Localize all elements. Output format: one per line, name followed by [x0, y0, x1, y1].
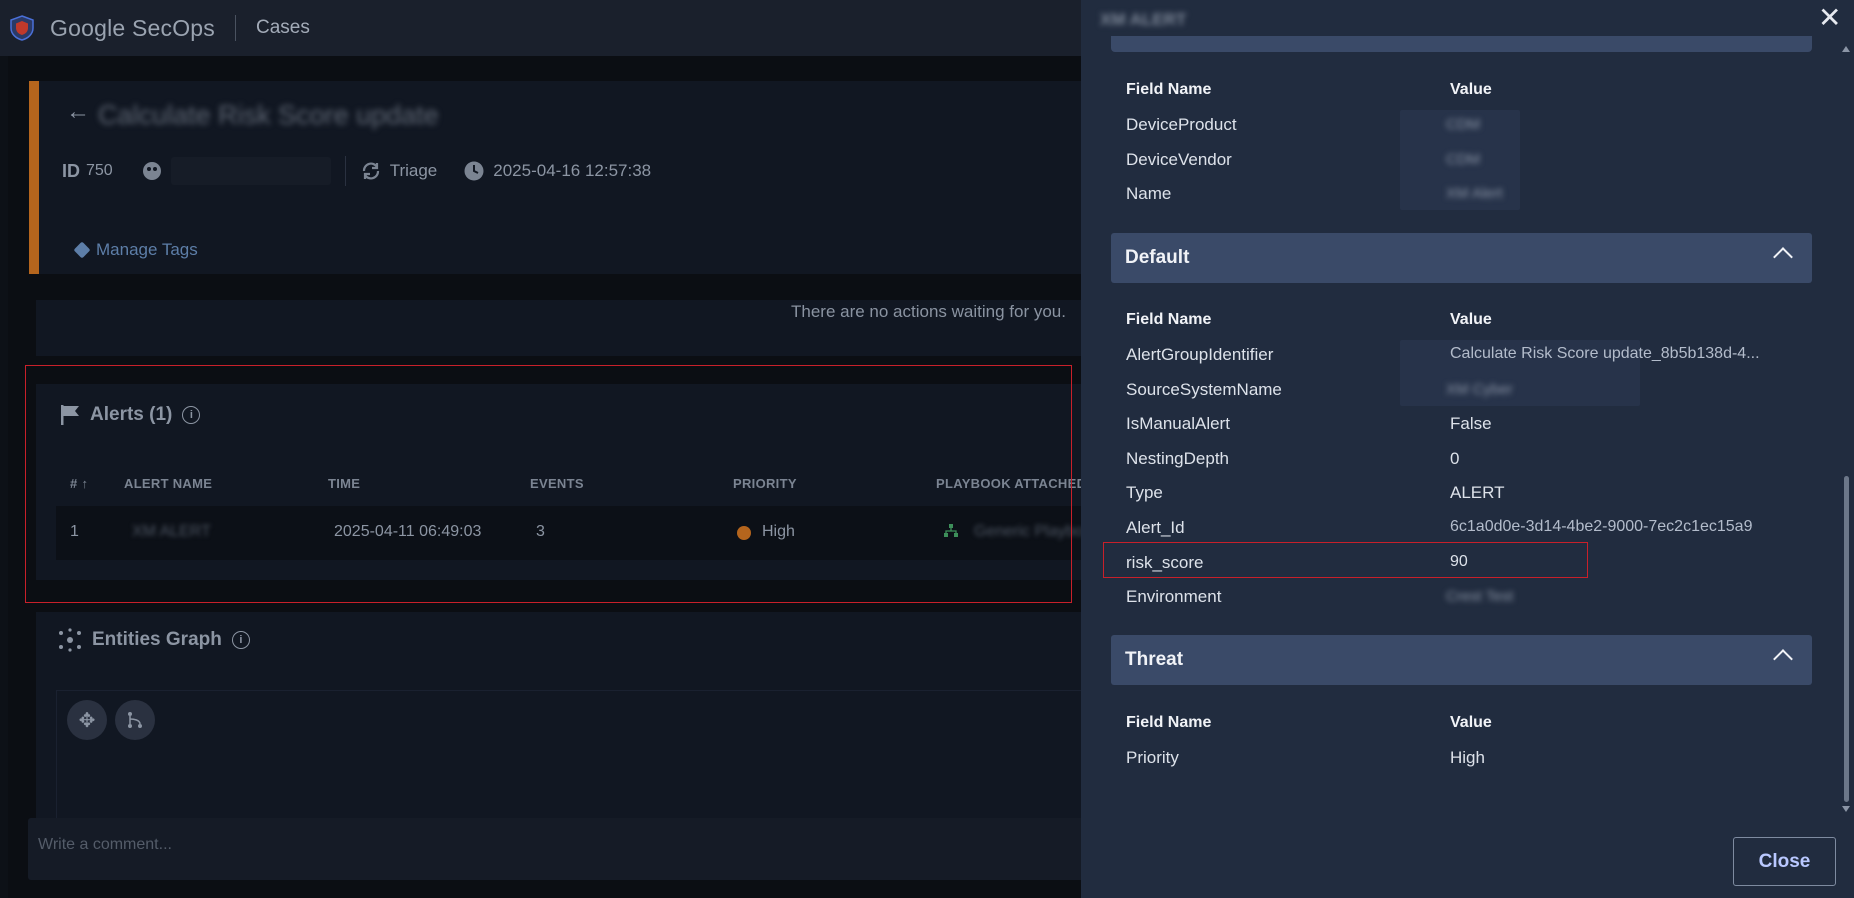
brand-name: Google SecOps — [50, 14, 215, 41]
google-secops-logo-icon — [10, 15, 34, 41]
field-ismanualalert: IsManualAlert — [1126, 414, 1230, 433]
field-environment: Environment — [1126, 587, 1222, 606]
section-default-title: Default — [1125, 247, 1190, 268]
section-threat-title: Threat — [1125, 649, 1184, 670]
environment-selector[interactable] — [141, 157, 331, 185]
value-header: Value — [1450, 311, 1492, 328]
value-header: Value — [1450, 81, 1492, 98]
case-id-value: 750 — [86, 162, 113, 179]
graph-icon — [59, 628, 81, 652]
field-alert-id: Alert_Id — [1126, 518, 1185, 537]
value-type: ALERT — [1450, 483, 1505, 502]
alert-number: 1 — [70, 523, 79, 540]
field-risk-score: risk_score — [1126, 553, 1204, 572]
close-icon[interactable]: ✕ — [1818, 4, 1841, 32]
value-name: XM Alert — [1446, 185, 1503, 202]
case-id-label: ID — [62, 160, 80, 181]
no-actions-message: There are no actions waiting for you. — [791, 302, 1066, 321]
value-ismanualalert: False — [1450, 414, 1492, 433]
col-number[interactable]: # ↑ — [70, 476, 88, 491]
environment-icon — [142, 162, 161, 180]
value-header: Value — [1450, 714, 1492, 731]
stage-item[interactable]: Triage — [360, 160, 438, 182]
col-time[interactable]: TIME — [328, 476, 360, 491]
manage-tags-label: Manage Tags — [96, 240, 198, 259]
col-alert-name[interactable]: ALERT NAME — [124, 476, 212, 491]
scroll-down-icon[interactable] — [1842, 806, 1850, 812]
value-alertgroupidentifier: Calculate Risk Score update_8b5b138d-4..… — [1450, 345, 1760, 362]
field-sourcesystemname: SourceSystemName — [1126, 380, 1282, 399]
clock-icon — [464, 161, 484, 181]
alert-events: 3 — [536, 523, 545, 540]
value-alert-id: 6c1a0d0e-3d14-4be2-9000-7ec2c1ec15a9 — [1450, 518, 1753, 535]
alert-time: 2025-04-11 06:49:03 — [334, 523, 482, 540]
scrollbar-thumb[interactable] — [1844, 476, 1849, 802]
col-events[interactable]: EVENTS — [530, 476, 584, 491]
meta-divider — [344, 156, 346, 186]
panel-title: XM ALERT — [1100, 10, 1187, 29]
case-timestamp: 2025-04-16 12:57:38 — [493, 161, 652, 180]
comment-input[interactable] — [38, 836, 938, 854]
alert-name[interactable]: XM ALERT — [132, 523, 211, 541]
field-name-header: Field Name — [1126, 714, 1212, 731]
brand-divider — [234, 15, 236, 41]
case-meta-row: ID 750 Triage 2025-04-16 12:57:38 — [62, 156, 651, 186]
info-icon[interactable]: i — [182, 406, 201, 424]
value-sourcesystemname: XM Cyber — [1446, 381, 1513, 398]
section-default-header[interactable]: Default — [1111, 233, 1812, 283]
alerts-title: Alerts (1) i — [60, 404, 201, 426]
field-name-header: Field Name — [1126, 81, 1212, 98]
table-row[interactable]: 1 XM ALERT 2025-04-11 06:49:03 3 High Ge… — [56, 506, 1100, 560]
chevron-up-icon — [1773, 247, 1793, 267]
scroll-up-icon[interactable] — [1842, 46, 1850, 52]
field-name-header: Field Name — [1126, 311, 1212, 328]
section-threat-header[interactable]: Threat — [1111, 635, 1812, 685]
tag-icon — [73, 241, 91, 259]
layout-icon[interactable] — [115, 700, 155, 740]
field-nestingdepth: NestingDepth — [1126, 449, 1230, 468]
alerts-title-text: Alerts (1) — [90, 404, 173, 425]
playbook-icon — [944, 524, 958, 537]
value-risk-score: 90 — [1450, 553, 1468, 570]
col-priority[interactable]: PRIORITY — [733, 476, 797, 491]
alert-priority: High — [762, 523, 795, 540]
value-devicevendor: CDM — [1446, 151, 1481, 168]
value-nestingdepth: 0 — [1450, 449, 1460, 468]
close-button[interactable]: Close — [1733, 837, 1836, 886]
manage-tags-link[interactable]: Manage Tags — [73, 240, 198, 260]
field-deviceproduct: DeviceProduct — [1126, 115, 1237, 134]
chevron-up-icon — [1773, 649, 1793, 669]
environment-dropdown[interactable] — [170, 157, 331, 185]
stage-label: Triage — [389, 161, 438, 180]
field-type: Type — [1126, 483, 1163, 502]
sync-icon — [362, 162, 379, 180]
value-priority: High — [1450, 748, 1485, 767]
previous-section-header[interactable] — [1111, 36, 1812, 52]
priority-dot-icon — [737, 526, 751, 540]
graph-canvas[interactable] — [56, 690, 1086, 820]
back-arrow-icon[interactable]: ← — [66, 98, 90, 126]
move-icon[interactable]: ✥ — [67, 700, 107, 740]
entities-graph-title: Entities Graph i — [58, 628, 250, 652]
field-priority: Priority — [1126, 748, 1179, 767]
col-playbook[interactable]: PLAYBOOK ATTACHED — [936, 476, 1086, 491]
entities-graph-title-text: Entities Graph — [92, 629, 222, 650]
value-environment: Crest Test — [1446, 588, 1514, 605]
field-alertgroupidentifier: AlertGroupIdentifier — [1126, 345, 1274, 364]
field-name: Name — [1126, 184, 1172, 203]
flag-icon — [61, 405, 79, 425]
timestamp-item: 2025-04-16 12:57:38 — [463, 160, 651, 182]
field-devicevendor: DeviceVendor — [1126, 150, 1232, 169]
value-deviceproduct: CDM — [1446, 116, 1481, 133]
info-icon[interactable]: i — [231, 631, 250, 649]
case-title: Calculate Risk Score update — [98, 100, 439, 130]
breadcrumb-cases[interactable]: Cases — [256, 17, 310, 39]
